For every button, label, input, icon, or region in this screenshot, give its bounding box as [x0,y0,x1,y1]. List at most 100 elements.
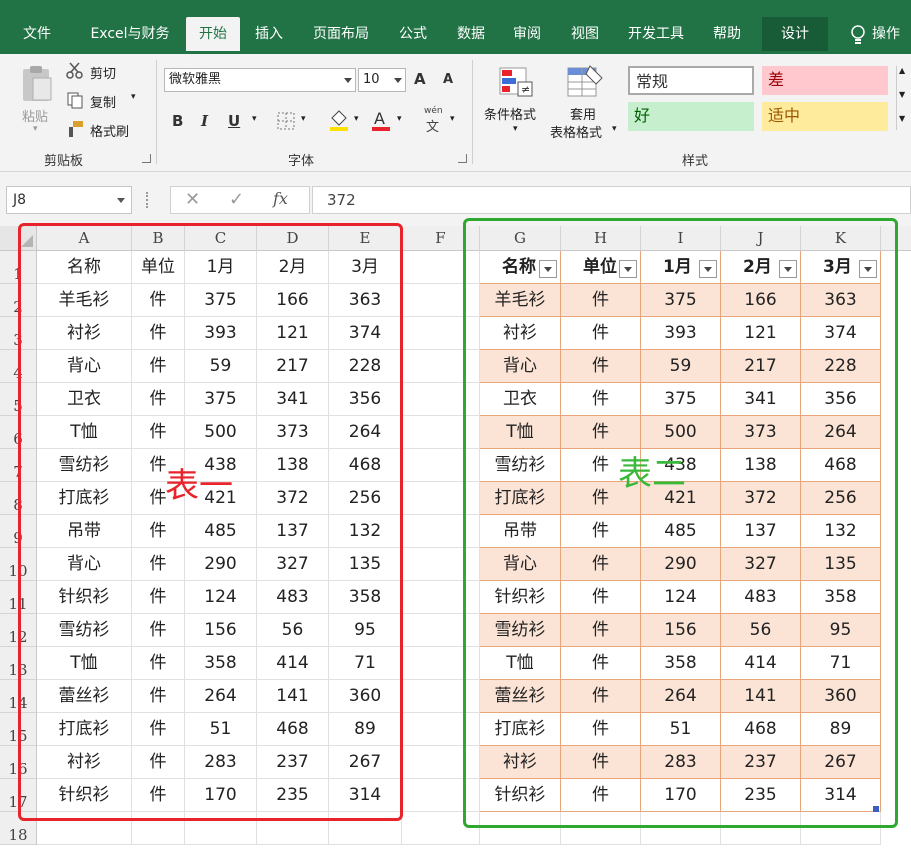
table2-cell[interactable]: 51 [641,713,721,746]
format-as-table-dropdown-icon[interactable]: ▾ [612,124,617,134]
grid-cell[interactable] [402,317,480,350]
row-header-1[interactable]: 1 [0,251,37,284]
table1-cell[interactable]: 264 [185,680,257,713]
filter-dropdown-icon[interactable] [539,260,557,278]
table1-cell[interactable]: 137 [257,515,329,548]
table2-cell[interactable]: 327 [721,548,801,581]
grid-cell[interactable] [402,515,480,548]
table1-cell[interactable]: 件 [132,779,185,812]
table1-cell[interactable]: 290 [185,548,257,581]
grid-cell[interactable] [801,812,881,845]
more-styles-icon[interactable]: ▼ [899,114,905,123]
borders-dropdown-icon[interactable]: ▾ [301,114,306,124]
table1-cell[interactable]: 打底衫 [37,713,132,746]
table2-cell[interactable]: 137 [721,515,801,548]
grid-cell[interactable] [329,812,402,845]
table2-cell[interactable]: 290 [641,548,721,581]
table2-header-cell[interactable]: 名称 [480,251,561,284]
column-header-c[interactable]: C [185,226,257,251]
table1-cell[interactable]: 件 [132,581,185,614]
table1-cell[interactable]: 141 [257,680,329,713]
table2-cell[interactable]: 衬衫 [480,746,561,779]
column-header-k[interactable]: K [801,226,881,251]
grid-cell[interactable] [402,614,480,647]
table1-cell[interactable]: 针织衫 [37,581,132,614]
table1-cell[interactable]: 358 [185,647,257,680]
table1-cell[interactable]: 背心 [37,350,132,383]
table1-cell[interactable]: 背心 [37,548,132,581]
table1-cell[interactable]: 156 [185,614,257,647]
table1-cell[interactable]: 蕾丝衫 [37,680,132,713]
table1-cell[interactable]: 56 [257,614,329,647]
lightbulb-icon[interactable] [850,24,866,46]
table1-header-cell[interactable]: 2月 [257,251,329,284]
table2-cell[interactable]: 375 [641,284,721,317]
row-header-10[interactable]: 10 [0,548,37,581]
tab-home[interactable]: 开始 [186,17,240,51]
table1-cell[interactable]: 264 [329,416,402,449]
table2-cell[interactable]: 89 [801,713,881,746]
tab-help[interactable]: 帮助 [702,17,752,51]
table1-cell[interactable]: T恤 [37,416,132,449]
table2-cell[interactable]: 264 [641,680,721,713]
table2-cell[interactable]: 166 [721,284,801,317]
table1-cell[interactable]: 件 [132,416,185,449]
table2-cell[interactable]: 500 [641,416,721,449]
table1-cell[interactable]: 135 [329,548,402,581]
tab-page-layout[interactable]: 页面布局 [302,17,380,51]
table1-header-cell[interactable]: 1月 [185,251,257,284]
table2-cell[interactable]: 针织衫 [480,779,561,812]
table1-cell[interactable]: 132 [329,515,402,548]
table2-cell[interactable]: 雪纺衫 [480,614,561,647]
style-neutral[interactable]: 适中 [762,102,888,131]
name-box[interactable]: J8 [6,186,132,214]
paste-dropdown-icon[interactable]: ▾ [33,124,38,134]
table1-cell[interactable]: 375 [185,383,257,416]
column-header-e[interactable]: E [329,226,402,251]
table2-header-cell[interactable]: 单位 [561,251,641,284]
grid-cell[interactable] [402,482,480,515]
column-header-h[interactable]: H [561,226,641,251]
row-header-9[interactable]: 9 [0,515,37,548]
table1-cell[interactable]: 打底衫 [37,482,132,515]
table2-cell[interactable]: 件 [561,317,641,350]
column-header-b[interactable]: B [132,226,185,251]
table1-cell[interactable]: 件 [132,317,185,350]
shrink-font-button[interactable]: A [443,72,453,87]
tab-developer[interactable]: 开发工具 [618,17,694,51]
table2-cell[interactable]: 打底衫 [480,482,561,515]
filter-dropdown-icon[interactable] [619,260,637,278]
table2-cell[interactable]: 375 [641,383,721,416]
table2-cell[interactable]: 背心 [480,548,561,581]
table1-header-cell[interactable]: 名称 [37,251,132,284]
format-as-table-label-1[interactable]: 套用 [570,104,596,123]
table1-cell[interactable]: 393 [185,317,257,350]
table1-cell[interactable]: 256 [329,482,402,515]
table2-cell[interactable]: 264 [801,416,881,449]
table2-cell[interactable]: 件 [561,515,641,548]
table2-cell[interactable]: 235 [721,779,801,812]
row-header-17[interactable]: 17 [0,779,37,812]
table1-cell[interactable]: 121 [257,317,329,350]
table1-cell[interactable]: 375 [185,284,257,317]
grid-cell[interactable] [402,779,480,812]
table2-cell[interactable]: 件 [561,647,641,680]
table2-cell[interactable]: 358 [641,647,721,680]
grid-cell[interactable] [37,812,132,845]
table2-cell[interactable]: 卫衣 [480,383,561,416]
grid-cell[interactable] [185,812,257,845]
table2-cell[interactable]: 件 [561,746,641,779]
underline-button[interactable]: U [228,112,240,130]
table1-cell[interactable]: 95 [329,614,402,647]
table2-cell[interactable]: T恤 [480,416,561,449]
row-header-18[interactable]: 18 [0,812,37,845]
cancel-icon[interactable]: ✕ [185,189,200,210]
table1-cell[interactable]: 衬衫 [37,317,132,350]
tab-insert[interactable]: 插入 [244,17,294,51]
tab-formulas[interactable]: 公式 [388,17,438,51]
tab-design[interactable]: 设计 [762,17,828,51]
row-header-5[interactable]: 5 [0,383,37,416]
table1-cell[interactable]: 件 [132,647,185,680]
row-header-7[interactable]: 7 [0,449,37,482]
table1-cell[interactable]: 59 [185,350,257,383]
